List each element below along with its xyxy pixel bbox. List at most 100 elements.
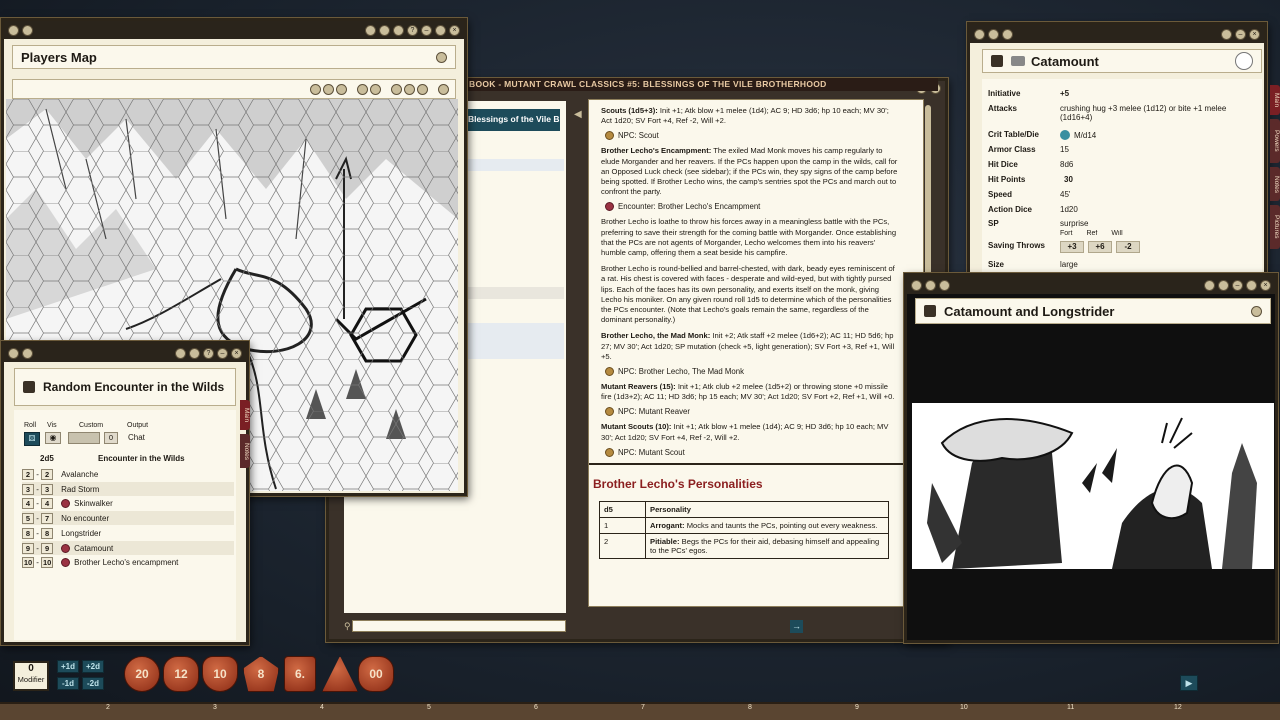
toc-selected-item[interactable]: Blessings of the Vile B — [464, 109, 560, 131]
modifier-box[interactable]: 0 Modifier — [13, 661, 49, 691]
encounter-link-icon[interactable] — [61, 543, 71, 553]
pin-icon[interactable] — [988, 28, 999, 40]
close-button[interactable]: × — [231, 347, 242, 359]
visibility-toggle-icon[interactable]: ◉ — [45, 432, 61, 444]
tab-notes[interactable]: Notes — [240, 434, 250, 468]
will-save-value[interactable]: -2 — [1116, 241, 1140, 253]
table-row[interactable]: 9 - 9 Catamount — [22, 541, 234, 555]
close-button[interactable]: × — [449, 24, 460, 36]
pin-icon[interactable] — [925, 279, 936, 291]
book-search-input[interactable] — [352, 620, 566, 632]
lock-map-icon[interactable] — [438, 83, 449, 95]
table-row[interactable]: 8 - 8 Longstrider — [22, 526, 234, 540]
share-icon[interactable] — [1002, 28, 1013, 40]
book-content-page: Scouts (1d5+3): Init +1; Atk blow +1 mel… — [588, 99, 924, 607]
pin-icon[interactable] — [22, 24, 33, 36]
encounter-link-icon[interactable] — [61, 557, 71, 567]
ref-save-value[interactable]: +6 — [1088, 241, 1112, 253]
table-row[interactable]: 4 - 4 Skinwalker — [22, 496, 234, 510]
reveal-tool-icon[interactable] — [417, 83, 428, 95]
tab-notes[interactable]: Notes — [1270, 167, 1280, 201]
grid-tool-icon[interactable] — [310, 83, 321, 95]
plus-2d-button[interactable]: +2d — [82, 660, 104, 673]
ruler-tick: 7 — [641, 704, 645, 711]
help-icon[interactable]: ? — [203, 347, 214, 359]
catamount-longstrider-image[interactable] — [912, 403, 1274, 569]
d12-die-icon[interactable]: 12 — [163, 656, 199, 692]
link-icon[interactable] — [379, 24, 390, 36]
link-icon[interactable] — [189, 347, 200, 359]
tab-main[interactable]: Main — [1270, 85, 1280, 115]
lock-icon[interactable] — [8, 347, 19, 359]
roll-label: Roll — [24, 422, 37, 429]
back-icon[interactable] — [1218, 279, 1229, 291]
play-button[interactable]: ▶ — [1180, 675, 1198, 691]
d100-die-icon[interactable]: 00 — [358, 656, 394, 692]
maximize-button[interactable] — [435, 24, 446, 36]
npc-link-scout[interactable]: NPC: Scout — [605, 131, 899, 141]
table-row[interactable]: 3 - 3 Rad Storm — [22, 482, 234, 496]
encounter-link-encampment[interactable]: Encounter: Brother Lecho's Encampment — [605, 202, 899, 212]
table-row[interactable]: 5 - 7 No encounter — [22, 511, 234, 525]
custom-value[interactable]: 0 — [104, 432, 118, 444]
roll-button[interactable]: ⚄ — [24, 432, 40, 446]
mask-tool-icon[interactable] — [323, 83, 334, 95]
will-label: Will — [1111, 230, 1123, 237]
tab-powers[interactable]: Powers — [1270, 119, 1280, 163]
minimize-button[interactable]: – — [421, 24, 432, 36]
lock-icon[interactable] — [8, 24, 19, 36]
search-icon[interactable]: ⚲ — [344, 621, 351, 632]
close-button[interactable]: × — [1260, 279, 1271, 291]
link-icon[interactable] — [1204, 279, 1215, 291]
npc-link-mutant-scout[interactable]: NPC: Mutant Scout — [605, 447, 899, 457]
table-icon — [23, 381, 35, 393]
back-icon[interactable] — [393, 24, 404, 36]
share-icon[interactable] — [365, 24, 376, 36]
back-icon[interactable] — [1221, 28, 1232, 40]
plus-1d-button[interactable]: +1d — [57, 660, 79, 673]
menu-icon[interactable] — [1251, 305, 1262, 317]
table-row[interactable]: 2 - 2 Avalanche — [22, 467, 234, 481]
zoom-tool-icon[interactable] — [336, 83, 347, 95]
draw-tool-icon[interactable] — [357, 83, 368, 95]
forward-arrow-button[interactable]: → — [790, 620, 803, 633]
d6-die-icon[interactable]: 6. — [284, 656, 316, 692]
name-header: Encounter in the Wilds — [98, 454, 185, 463]
d20-die-icon[interactable]: 20 — [124, 656, 160, 692]
npc-link-reaver[interactable]: NPC: Mutant Reaver — [605, 407, 899, 417]
maximize-button[interactable] — [1246, 279, 1257, 291]
pin-icon[interactable] — [22, 347, 33, 359]
minimize-button[interactable]: – — [217, 347, 228, 359]
share-icon[interactable] — [939, 279, 950, 291]
ruler-tick: 8 — [748, 704, 752, 711]
table-row[interactable]: 10 - 10 Brother Lecho's encampment — [22, 555, 234, 569]
npc-link-mad-monk[interactable]: NPC: Brother Lecho, The Mad Monk — [605, 367, 899, 377]
lock-icon[interactable] — [911, 279, 922, 291]
help-icon[interactable]: ? — [407, 24, 418, 36]
pointer-tool-icon[interactable] — [391, 83, 402, 95]
crit-table-icon[interactable] — [1060, 130, 1070, 140]
menu-icon[interactable] — [436, 51, 447, 63]
lock-icon[interactable] — [974, 28, 985, 40]
page-title: Random Encounter in the Wilds — [43, 379, 225, 394]
custom-dice-field[interactable] — [68, 432, 100, 444]
map-toolbar — [12, 79, 456, 99]
token-icon[interactable] — [1235, 52, 1253, 70]
encounter-link-icon[interactable] — [61, 498, 71, 508]
close-button[interactable]: × — [1249, 28, 1260, 40]
tab-main[interactable]: Main — [240, 400, 250, 430]
minus-1d-button[interactable]: -1d — [57, 677, 79, 690]
output-value[interactable]: Chat — [128, 433, 145, 442]
fort-save-value[interactable]: +3 — [1060, 241, 1084, 253]
share-icon[interactable] — [175, 347, 186, 359]
target-tool-icon[interactable] — [404, 83, 415, 95]
minus-2d-button[interactable]: -2d — [82, 677, 104, 690]
npc-link-icon — [605, 447, 614, 457]
d10-die-icon[interactable]: 10 — [202, 656, 238, 692]
npc-link-icon — [605, 407, 614, 417]
erase-tool-icon[interactable] — [370, 83, 381, 95]
minimize-button[interactable]: – — [1235, 28, 1246, 40]
book-back-arrow-icon[interactable]: ◀ — [574, 109, 582, 120]
tab-pictures[interactable]: Pictures — [1270, 205, 1280, 249]
minimize-button[interactable]: – — [1232, 279, 1243, 291]
